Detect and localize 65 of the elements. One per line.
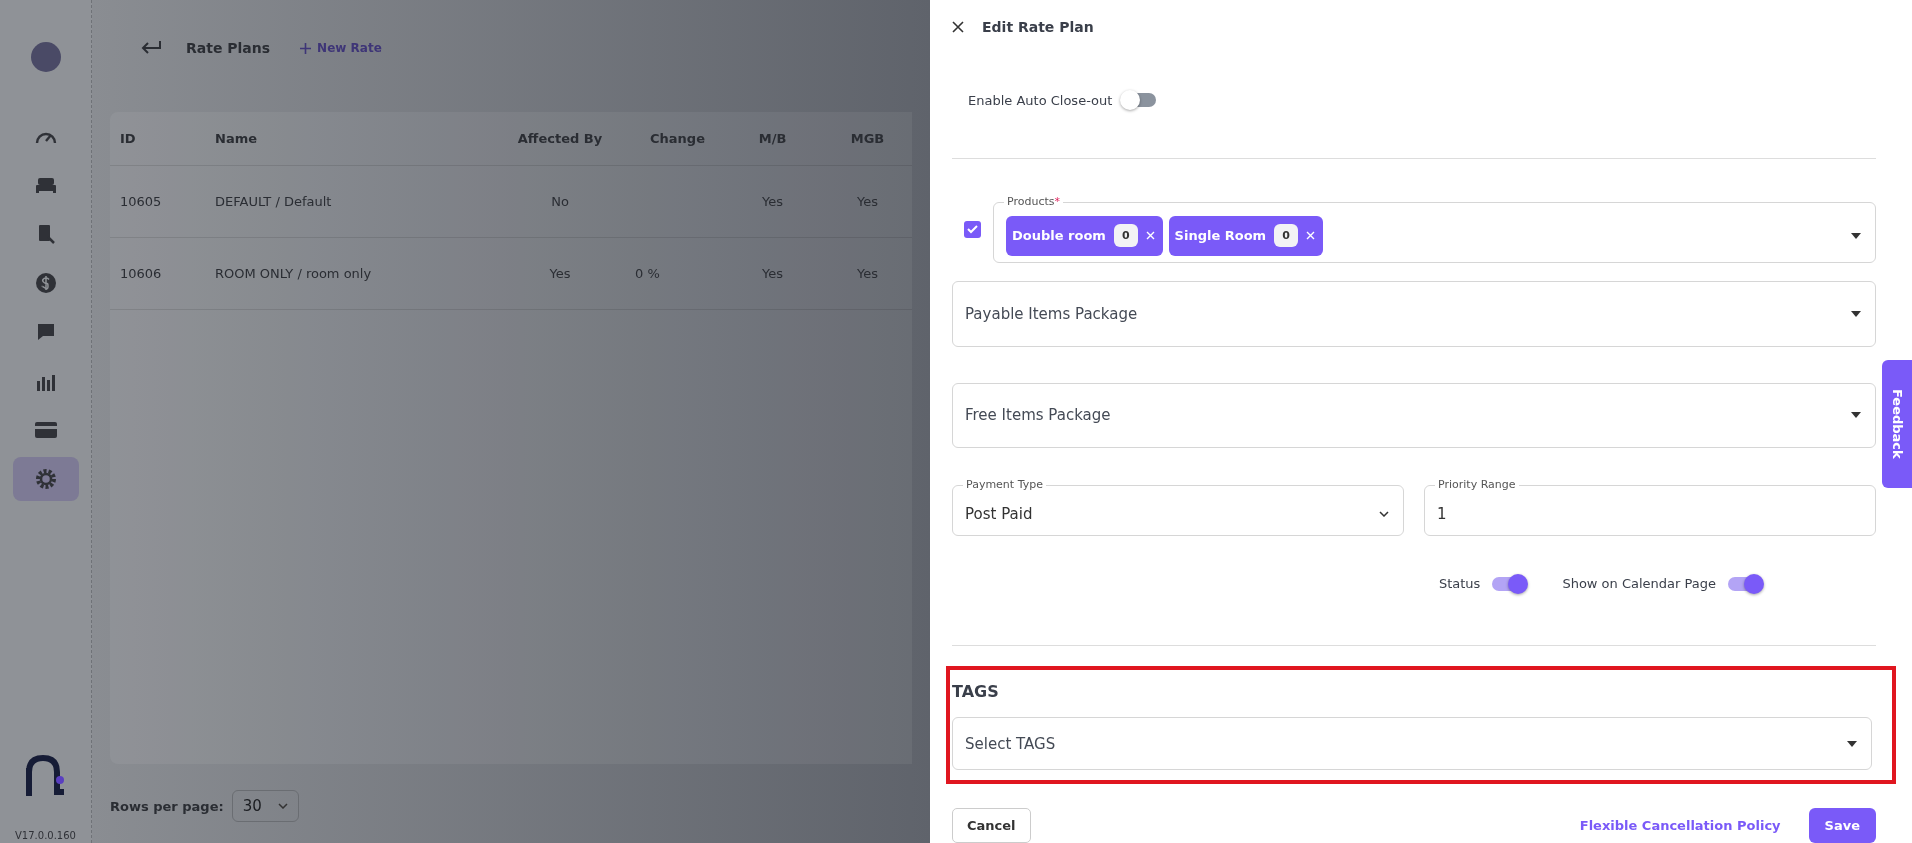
- payment-type-select[interactable]: Payment Type Post Paid: [952, 478, 1404, 536]
- plus-icon: [300, 42, 312, 54]
- toggle-label: Status: [1438, 576, 1481, 591]
- page-title: Rate Plans: [186, 40, 271, 56]
- bed-icon: [34, 177, 57, 193]
- caret-icon: [1847, 740, 1857, 747]
- table-cell-text: No: [550, 194, 570, 209]
- free-items-select[interactable]: Free Items Package: [952, 382, 1876, 448]
- column-header: Name: [214, 131, 258, 146]
- feedback-tab[interactable]: Feedback: [1882, 360, 1912, 488]
- product-chip: Double room 0: [1006, 215, 1163, 256]
- avatar[interactable]: [30, 42, 61, 72]
- field-label: Payment Type: [965, 478, 1044, 492]
- tags-select[interactable]: Select TAGS: [952, 717, 1872, 770]
- column-header: ID: [119, 131, 137, 146]
- chat-icon: [35, 322, 56, 342]
- table-cell-text: Yes: [761, 266, 784, 281]
- cancel-button[interactable]: Cancel: [952, 808, 1031, 843]
- remove-icon[interactable]: [1145, 231, 1155, 240]
- chevron-icon: [1379, 510, 1389, 517]
- toggle-switch[interactable]: [1728, 576, 1762, 591]
- back-arrow-icon[interactable]: [140, 41, 162, 55]
- table-cell-text: 10606: [119, 266, 163, 281]
- close-icon[interactable]: [952, 21, 964, 33]
- field-label: Priority Range: [1437, 478, 1517, 492]
- column-header: M/B: [757, 131, 788, 146]
- table-cell-text: DEFAULT / Default: [214, 194, 333, 209]
- table-cell-text: 10605: [119, 194, 163, 209]
- toggle-label: Show on Calendar Page: [1562, 576, 1716, 591]
- caret-icon: [1851, 310, 1861, 317]
- save-button[interactable]: Save: [1808, 808, 1876, 843]
- column-header: Affected By: [516, 131, 604, 146]
- priority-range-field[interactable]: Priority Range 1: [1424, 478, 1876, 536]
- rows-per-page-label: Rows per page:: [110, 798, 224, 814]
- field-label: Products*: [1006, 195, 1061, 209]
- settings-icon: [34, 468, 57, 490]
- check-icon: [967, 224, 978, 234]
- table-cell-text: Yes: [856, 266, 879, 281]
- checkbox[interactable]: [964, 220, 981, 238]
- tags-heading: TAGS: [952, 682, 1000, 701]
- products-select[interactable]: Products* Double room 0 Single Room 0: [993, 195, 1876, 263]
- caret-icon: [1851, 232, 1861, 239]
- chevron-icon: [277, 803, 288, 809]
- dollar-coin-icon: [34, 272, 57, 294]
- logo-icon: [25, 754, 66, 796]
- nav-item[interactable]: [12, 457, 79, 501]
- cancellation-policy-link[interactable]: Flexible Cancellation Policy: [1573, 817, 1787, 834]
- version-label: V17.0.0.160: [15, 830, 76, 843]
- remove-icon[interactable]: [1305, 231, 1315, 240]
- column-header: Change: [649, 131, 706, 146]
- toggle-label: Enable Auto Close-out: [968, 92, 1113, 108]
- caret-icon: [1851, 412, 1861, 419]
- table-cell-text: Yes: [856, 194, 879, 209]
- table-cell-text: Yes: [761, 194, 784, 209]
- toggle-switch[interactable]: [1492, 576, 1527, 591]
- rows-per-page-select[interactable]: 30: [231, 790, 299, 822]
- panel-title: Edit Rate Plan: [982, 19, 1094, 35]
- column-header: MGB: [849, 131, 886, 146]
- table-cell-text: 0 %: [634, 266, 661, 281]
- table-cell-text: Yes: [548, 266, 572, 281]
- table-cell-text: ROOM ONLY / room only: [214, 266, 373, 281]
- payable-items-select[interactable]: Payable Items Package: [952, 281, 1876, 347]
- product-chip: Single Room 0: [1168, 215, 1323, 256]
- toggle-switch[interactable]: [1122, 93, 1157, 107]
- card-icon: [34, 422, 57, 438]
